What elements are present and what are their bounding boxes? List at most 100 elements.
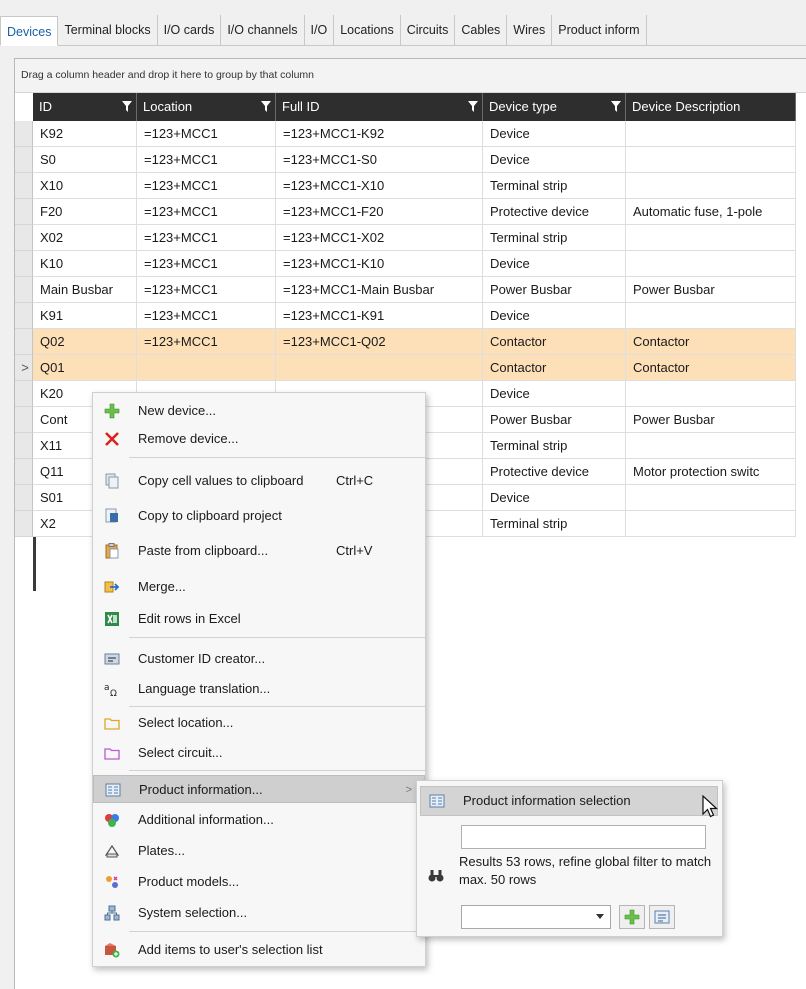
menu-item-system-selection[interactable]: System selection... [93, 899, 425, 927]
table-row[interactable]: > Q01 Contactor Contactor [15, 355, 796, 381]
column-header-id[interactable]: ID [33, 93, 137, 121]
menu-item-select-circuit[interactable]: Select circuit... [93, 739, 425, 767]
tab-locations[interactable]: Locations [334, 15, 401, 45]
tab-terminal-blocks[interactable]: Terminal blocks [58, 15, 158, 45]
cell-device-type[interactable]: Device [483, 251, 626, 277]
cell-device-description[interactable]: Power Busbar [626, 277, 796, 303]
cell-device-type[interactable]: Device [483, 381, 626, 407]
column-header-location[interactable]: Location [137, 93, 276, 121]
table-row[interactable]: F20 =123+MCC1 =123+MCC1-F20 Protective devi… [15, 199, 796, 225]
tab-cables[interactable]: Cables [455, 15, 508, 45]
cell-device-description[interactable]: Motor protection switc [626, 459, 796, 485]
row-header[interactable] [15, 251, 33, 277]
menu-item-edit-rows-in-excel[interactable]: Edit rows in Excel [93, 605, 425, 633]
cell-device-description[interactable] [626, 381, 796, 407]
row-header[interactable] [15, 121, 33, 147]
cell-full-id[interactable]: =123+MCC1-K92 [276, 121, 483, 147]
cell-id[interactable]: K91 [33, 303, 137, 329]
table-row[interactable]: K10 =123+MCC1 =123+MCC1-K10 Device [15, 251, 796, 277]
cell-location[interactable]: =123+MCC1 [137, 303, 276, 329]
menu-item-product-information[interactable]: Product information... > [93, 775, 425, 803]
tab-i-o-cards[interactable]: I/O cards [158, 15, 222, 45]
cell-device-type[interactable]: Terminal strip [483, 511, 626, 537]
cell-device-description[interactable]: Contactor [626, 355, 796, 381]
cell-device-type[interactable]: Power Busbar [483, 407, 626, 433]
cell-location[interactable]: =123+MCC1 [137, 329, 276, 355]
cell-location[interactable]: =123+MCC1 [137, 147, 276, 173]
cell-device-description[interactable] [626, 433, 796, 459]
cell-device-description[interactable]: Power Busbar [626, 407, 796, 433]
table-row[interactable]: K92 =123+MCC1 =123+MCC1-K92 Device [15, 121, 796, 147]
row-header[interactable] [15, 485, 33, 511]
row-header[interactable] [15, 511, 33, 537]
tab-product-inform[interactable]: Product inform [552, 15, 647, 45]
cell-full-id[interactable]: =123+MCC1-Q02 [276, 329, 483, 355]
tab-i-o[interactable]: I/O [305, 15, 335, 45]
cell-device-type[interactable]: Contactor [483, 329, 626, 355]
column-header-full-id[interactable]: Full ID [276, 93, 483, 121]
table-row[interactable]: K91 =123+MCC1 =123+MCC1-K91 Device [15, 303, 796, 329]
filter-icon[interactable] [611, 101, 621, 112]
column-header-device-description[interactable]: Device Description [626, 93, 796, 121]
cell-full-id[interactable]: =123+MCC1-S0 [276, 147, 483, 173]
menu-item-copy-cell-values[interactable]: Copy cell values to clipboard Ctrl+C [93, 467, 425, 495]
filter-icon[interactable] [122, 101, 132, 112]
cell-device-type[interactable]: Device [483, 485, 626, 511]
cell-device-description[interactable] [626, 303, 796, 329]
add-product-button[interactable] [619, 905, 645, 929]
cell-location[interactable]: =123+MCC1 [137, 251, 276, 277]
cell-device-description[interactable] [626, 173, 796, 199]
row-header[interactable] [15, 199, 33, 225]
cell-id[interactable]: S0 [33, 147, 137, 173]
cell-device-description[interactable] [626, 147, 796, 173]
cell-id[interactable]: Q01 [33, 355, 137, 381]
column-header-device-type[interactable]: Device type [483, 93, 626, 121]
row-header[interactable] [15, 277, 33, 303]
table-row[interactable]: S0 =123+MCC1 =123+MCC1-S0 Device [15, 147, 796, 173]
cell-id[interactable]: Q02 [33, 329, 137, 355]
row-header[interactable] [15, 303, 33, 329]
row-header[interactable] [15, 433, 33, 459]
cell-full-id[interactable]: =123+MCC1-K91 [276, 303, 483, 329]
product-select-dropdown[interactable] [461, 905, 611, 929]
cell-full-id[interactable]: =123+MCC1-X02 [276, 225, 483, 251]
menu-item-remove-device[interactable]: Remove device... [93, 425, 425, 453]
row-header[interactable] [15, 407, 33, 433]
cell-id[interactable]: X10 [33, 173, 137, 199]
cell-id[interactable]: K10 [33, 251, 137, 277]
cell-id[interactable]: Main Busbar [33, 277, 137, 303]
tab-devices[interactable]: Devices [0, 16, 59, 46]
product-information-selection-item[interactable]: Product information selection [420, 786, 718, 816]
menu-item-paste-from-clipboard[interactable]: Paste from clipboard... Ctrl+V [93, 537, 425, 565]
row-header[interactable] [15, 147, 33, 173]
menu-item-copy-to-clipboard-project[interactable]: Copy to clipboard project [93, 502, 425, 530]
table-row[interactable]: X02 =123+MCC1 =123+MCC1-X02 Terminal strip [15, 225, 796, 251]
cell-device-description[interactable] [626, 511, 796, 537]
menu-item-customer-id-creator[interactable]: Customer ID creator... [93, 645, 425, 673]
cell-location[interactable]: =123+MCC1 [137, 199, 276, 225]
table-row[interactable]: X10 =123+MCC1 =123+MCC1-X10 Terminal strip [15, 173, 796, 199]
filter-icon[interactable] [261, 101, 271, 112]
row-header[interactable] [15, 173, 33, 199]
tab-circuits[interactable]: Circuits [401, 15, 456, 45]
menu-item-merge[interactable]: Merge... [93, 573, 425, 601]
cell-device-description[interactable]: Automatic fuse, 1-pole [626, 199, 796, 225]
filter-icon[interactable] [468, 101, 478, 112]
product-search-input[interactable] [461, 825, 706, 849]
cell-device-description[interactable] [626, 225, 796, 251]
menu-item-add-to-user-selection-list[interactable]: Add items to user's selection list [93, 936, 425, 964]
cell-device-type[interactable]: Protective device [483, 199, 626, 225]
menu-item-language-translation[interactable]: aΩ Language translation... [93, 675, 425, 703]
row-header[interactable] [15, 225, 33, 251]
group-by-panel[interactable]: Drag a column header and drop it here to… [15, 59, 806, 93]
table-row[interactable]: Q02 =123+MCC1 =123+MCC1-Q02 Contactor Contac… [15, 329, 796, 355]
cell-location[interactable]: =123+MCC1 [137, 121, 276, 147]
menu-item-plates[interactable]: Plates... [93, 837, 425, 865]
cell-device-description[interactable] [626, 251, 796, 277]
product-list-button[interactable] [649, 905, 675, 929]
cell-location[interactable]: =123+MCC1 [137, 225, 276, 251]
cell-device-description[interactable] [626, 485, 796, 511]
cell-device-type[interactable]: Contactor [483, 355, 626, 381]
tab-wires[interactable]: Wires [507, 15, 553, 45]
cell-device-type[interactable]: Device [483, 303, 626, 329]
